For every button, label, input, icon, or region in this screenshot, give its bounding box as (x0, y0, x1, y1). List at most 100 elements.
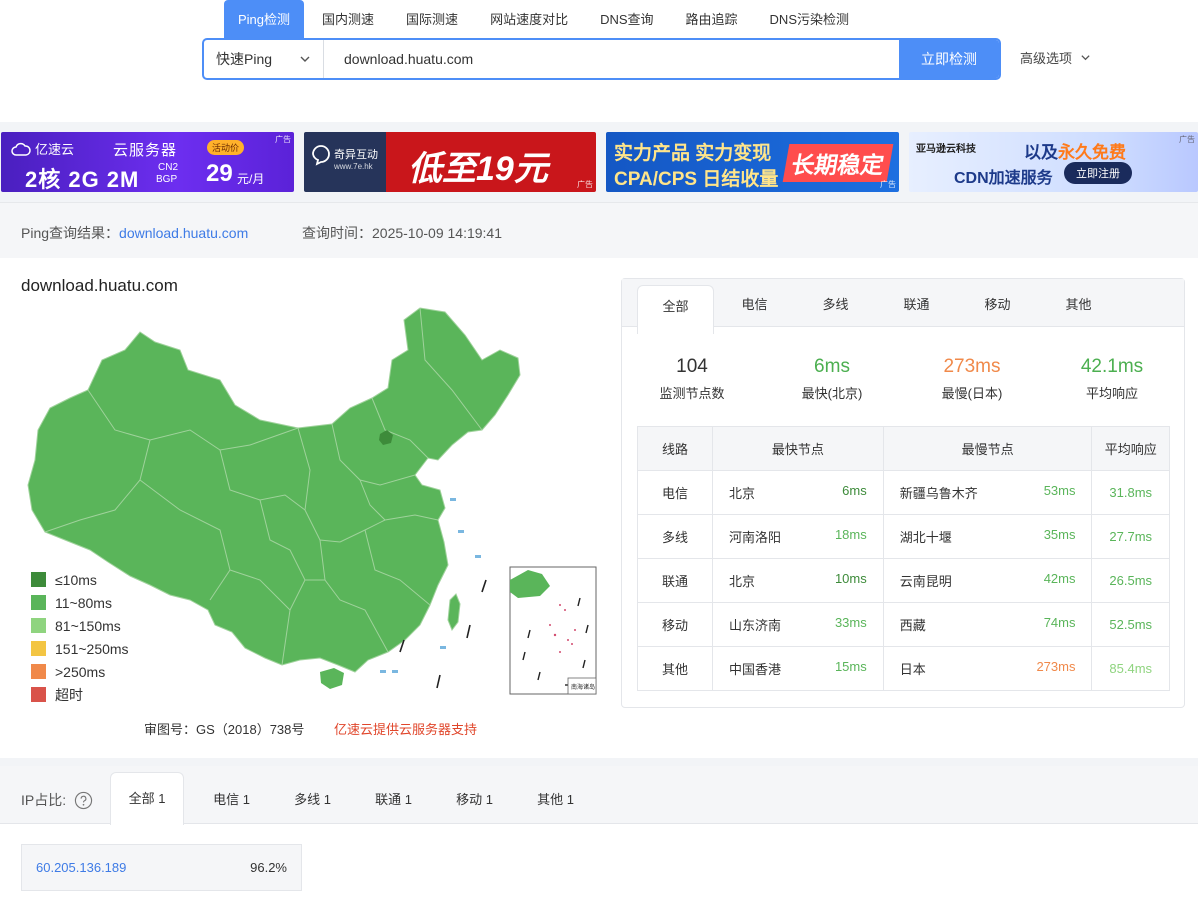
column-header: 最慢节点 (882, 426, 1093, 471)
ad-line1a: 以及 (1024, 143, 1058, 162)
ad-url: www.7e.hk (334, 162, 373, 171)
legend-item: 超时 (31, 683, 129, 706)
ad-tag: 广告 (880, 180, 896, 189)
ping-mode-value: 快速Ping (216, 51, 273, 67)
tab-multiline[interactable]: 多线 (795, 279, 876, 327)
slow-ms: 273ms (1036, 659, 1076, 674)
ip-share-label-text: IP占比: (21, 792, 67, 808)
tab-other[interactable]: 其他 (1038, 279, 1119, 327)
ip-tab-other[interactable]: 其他 1 (515, 772, 596, 824)
start-test-button[interactable]: 立即检测 (899, 40, 999, 78)
line-cell: 电信 (637, 470, 713, 515)
map-sponsor-link[interactable]: 亿速云提供云服务器支持 (334, 719, 477, 738)
result-host-link[interactable]: download.huatu.com (119, 225, 248, 241)
table-row: 联通 北京 10ms 云南昆明 42ms 26.5ms (637, 558, 1170, 603)
tab-all[interactable]: 全部 (637, 285, 714, 334)
nav-traceroute[interactable]: 路由追踪 (672, 0, 752, 40)
ad-extra1: CN2 (158, 162, 179, 173)
ip-percentage: 96.2% (250, 860, 287, 875)
ip-tab-mobile[interactable]: 移动 1 (434, 772, 515, 824)
ad-badge: 活动价 (207, 140, 245, 155)
tab-mobile[interactable]: 移动 (957, 279, 1038, 327)
table-header-row: 线路 最快节点 最慢节点 平均响应 (637, 426, 1170, 471)
main-panel: download.huatu.com 南海诸岛 ≤10ms 11~80ms 81… (0, 258, 1198, 758)
ip-tab-multiline[interactable]: 多线 1 (272, 772, 353, 824)
fast-cell: 河南洛阳 18ms (712, 514, 884, 559)
advanced-options[interactable]: 高级选项 (1020, 48, 1091, 67)
fast-ms: 18ms (834, 527, 867, 542)
legend-item: 151~250ms (31, 637, 129, 660)
table-row: 其他 中国香港 15ms 日本 273ms 85.4ms (637, 646, 1170, 691)
ping-mode-select[interactable]: 快速Ping (204, 40, 324, 78)
fast-node: 北京 (729, 486, 756, 501)
stat-value: 6ms (814, 356, 850, 377)
ad-brand: 奇异互动 (334, 149, 378, 161)
column-header: 平均响应 (1091, 426, 1170, 471)
ad-title: 云服务器 (113, 142, 178, 159)
nav-intl-speed[interactable]: 国际测速 (392, 0, 472, 40)
fast-cell: 北京 10ms (712, 558, 884, 603)
legend-swatch (31, 572, 46, 587)
fast-ms: 6ms (842, 483, 867, 498)
fast-node: 中国香港 (729, 662, 782, 677)
map-hainan (320, 668, 344, 689)
legend-swatch (31, 595, 46, 610)
legend-swatch (31, 664, 46, 679)
ip-row[interactable]: 60.205.136.189 96.2% (21, 844, 302, 891)
nav-speed-compare[interactable]: 网站速度对比 (476, 0, 582, 40)
legend-label: 11~80ms (55, 594, 112, 611)
ad-register-button[interactable]: 立即注册 (1064, 162, 1132, 184)
ip-tab-telecom[interactable]: 电信 1 (191, 772, 272, 824)
nav-dns-query[interactable]: DNS查询 (586, 0, 667, 40)
legend-swatch (31, 687, 46, 702)
table-row: 电信 北京 6ms 新疆乌鲁木齐 53ms 31.8ms (637, 470, 1170, 515)
ad-extra2: BGP (156, 174, 178, 185)
slow-node: 湖北十堰 (899, 530, 952, 545)
table-row: 多线 河南洛阳 18ms 湖北十堰 35ms 27.7ms (637, 514, 1170, 559)
query-time: 查询时间：2025-10-09 14:19:41 (302, 223, 502, 243)
ip-share-label: IP占比: (21, 790, 93, 810)
legend-label: 超时 (55, 686, 83, 703)
ip-address[interactable]: 60.205.136.189 (36, 860, 126, 875)
ad-price: 29 (206, 160, 233, 187)
yisu-logo: 亿速云 (11, 139, 74, 158)
header: Ping检测 国内测速 国际测速 网站速度对比 DNS查询 路由追踪 DNS污染… (0, 0, 1198, 122)
help-icon[interactable] (74, 791, 93, 810)
ad-banner-qiyi[interactable]: 奇异互动 www.7e.hk 低至19元 广告 (304, 132, 596, 192)
tab-unicom[interactable]: 联通 (876, 279, 957, 327)
cloud-icon (11, 142, 31, 156)
ip-tab-all[interactable]: 全部 1 (110, 772, 184, 825)
stat-label: 平均响应 (1085, 386, 1138, 401)
ad-price-unit: 元/月 (237, 172, 265, 186)
qiyi-logo-icon (312, 145, 330, 166)
stat-node-count: 104 监测节点数 (622, 355, 762, 402)
ad-brand: 亚马逊云科技 (916, 144, 976, 155)
ad-banner-cpa[interactable]: 实力产品 实力变现 CPA/CPS 日结收量 长期稳定 广告 (606, 132, 899, 192)
table-row: 移动 山东济南 33ms 西藏 74ms 52.5ms (637, 602, 1170, 647)
map-approval-number: 审图号：GS（2018）738号 (144, 722, 305, 737)
slow-node: 云南昆明 (899, 574, 952, 589)
slow-node: 日本 (899, 662, 926, 677)
fast-cell: 中国香港 15ms (712, 646, 884, 691)
ad-line1: 以及永久免费 (1024, 138, 1126, 163)
line-cell: 多线 (637, 514, 713, 559)
stat-label: 最慢(日本) (941, 386, 1003, 401)
legend-swatch (31, 641, 46, 656)
nav-domestic-speed[interactable]: 国内测速 (308, 0, 388, 40)
ad-banner-yisu[interactable]: 亿速云 云服务器 活动价 2核 2G 2M CN2 BGP 29 元/月 广告 (1, 132, 294, 192)
ad-banners: 亿速云 云服务器 活动价 2核 2G 2M CN2 BGP 29 元/月 广告 … (0, 132, 1198, 192)
ip-tab-unicom[interactable]: 联通 1 (353, 772, 434, 824)
nav-dns-pollution[interactable]: DNS污染检测 (756, 0, 863, 40)
query-time-label: 查询时间： (302, 225, 372, 241)
nav-ping[interactable]: Ping检测 (224, 0, 305, 40)
slow-ms: 35ms (1043, 527, 1076, 542)
avg-cell: 52.5ms (1091, 602, 1170, 647)
stats-panel: 全部 电信 多线 联通 移动 其他 104 监测节点数 6ms 最快(北京) 2… (621, 278, 1185, 708)
ad-line1: 实力产品 实力变现 (614, 143, 772, 164)
latency-legend: ≤10ms 11~80ms 81~150ms 151~250ms >250ms … (31, 568, 129, 706)
tab-telecom[interactable]: 电信 (714, 279, 795, 327)
line-cell: 移动 (637, 602, 713, 647)
stat-value: 42.1ms (1080, 356, 1144, 377)
ad-banner-aws[interactable]: 亚马逊云科技 以及永久免费 CDN加速服务 立即注册 广告 (909, 132, 1198, 192)
host-input[interactable] (324, 40, 899, 78)
